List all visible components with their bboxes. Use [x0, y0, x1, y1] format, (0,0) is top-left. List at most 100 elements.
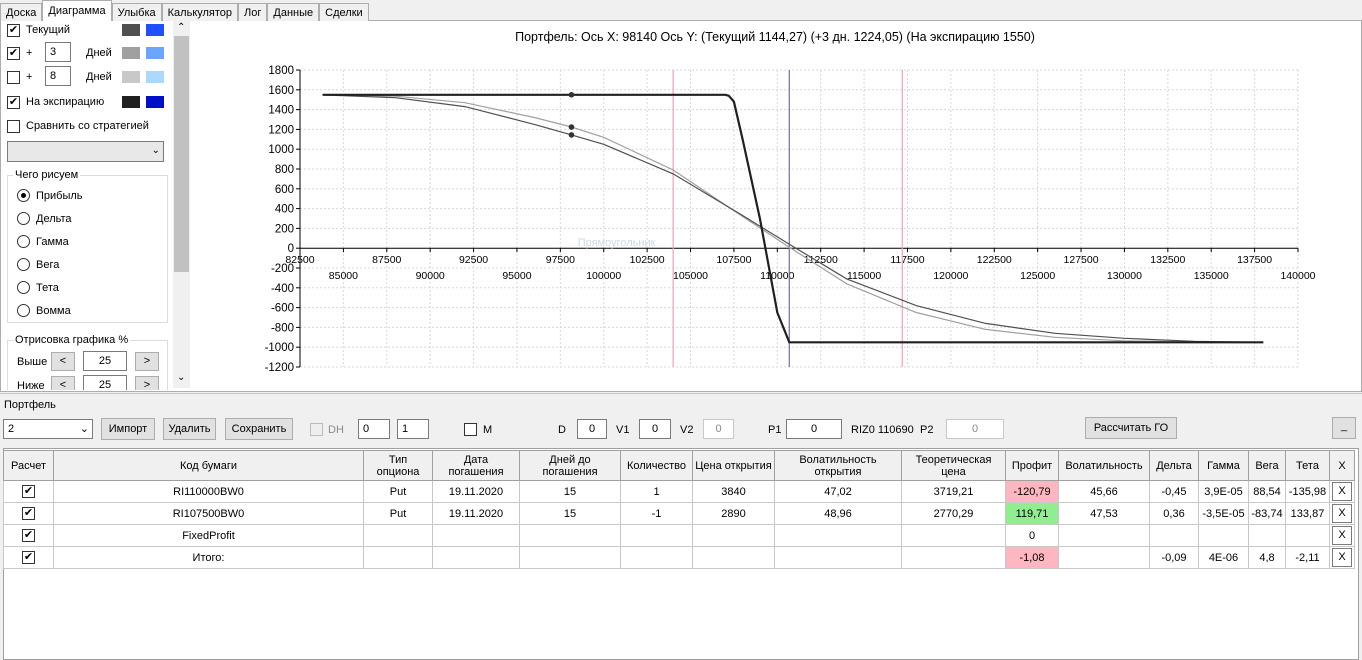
column-header[interactable]: Цена открытия: [692, 450, 775, 481]
dh-spinner-2[interactable]: 1: [397, 419, 429, 439]
strategy-select[interactable]: ⌄: [7, 141, 164, 162]
plus3-checkbox[interactable]: ✔: [7, 47, 20, 60]
column-header[interactable]: Тета: [1285, 450, 1330, 481]
calc-checkbox[interactable]: ✔: [22, 529, 35, 542]
remove-row-button[interactable]: X: [1332, 482, 1352, 501]
table-cell: [1058, 524, 1150, 547]
v1-input[interactable]: 0: [639, 419, 671, 439]
dh-checkbox[interactable]: [310, 423, 323, 436]
tab-board[interactable]: Доска: [0, 3, 43, 21]
column-header[interactable]: Теоретическая цена: [901, 450, 1006, 481]
below-input[interactable]: 25: [83, 375, 127, 390]
tab-diagram[interactable]: Диаграмма: [42, 0, 112, 21]
column-header[interactable]: Код бумаги: [53, 450, 364, 481]
column-header[interactable]: X: [1329, 450, 1355, 481]
table-cell[interactable]: X: [1329, 502, 1355, 525]
below-increase-button[interactable]: >: [135, 376, 159, 390]
scrollbar-thumb[interactable]: [174, 36, 189, 272]
plus3-color-swatch-2[interactable]: [146, 47, 164, 59]
tab-data[interactable]: Данные: [267, 3, 320, 21]
p1-input[interactable]: 0: [786, 419, 842, 439]
plus3-color-swatch[interactable]: [122, 47, 140, 59]
import-button[interactable]: Импорт: [101, 418, 155, 440]
p2-input[interactable]: 0: [946, 419, 1004, 439]
below-decrease-button[interactable]: <: [51, 376, 75, 390]
expiry-checkbox[interactable]: ✔: [7, 96, 20, 109]
left-panel-scrollbar[interactable]: ⌃ ⌄: [173, 20, 190, 388]
table-row[interactable]: ✔ RI110000BW0 Put 19.11.2020 15 1 3840 47,02 371…: [3, 480, 1355, 503]
calc-checkbox[interactable]: ✔: [22, 507, 35, 520]
expiry-color-swatch[interactable]: [122, 96, 140, 108]
v2-input[interactable]: 0: [703, 419, 734, 439]
above-input[interactable]: 25: [83, 351, 127, 371]
d-input[interactable]: 0: [577, 419, 607, 439]
table-cell: [774, 546, 902, 569]
remove-row-button[interactable]: X: [1332, 548, 1352, 567]
above-decrease-button[interactable]: <: [51, 352, 75, 371]
expiry-color-swatch-2[interactable]: [146, 96, 164, 108]
table-cell: 133,87: [1285, 502, 1330, 525]
tab-smile[interactable]: Улыбка: [111, 3, 162, 21]
compare-checkbox[interactable]: [7, 120, 20, 133]
column-header[interactable]: Волатильность: [1058, 450, 1150, 481]
column-header[interactable]: Профит: [1005, 450, 1059, 481]
column-header[interactable]: Вега: [1248, 450, 1286, 481]
calc-go-button[interactable]: Рассчитать ГО: [1085, 417, 1177, 439]
radio-vega[interactable]: [17, 258, 30, 271]
table-row[interactable]: ✔ RI107500BW0 Put 19.11.2020 15 -1 2890 48,96 27…: [3, 502, 1355, 525]
column-header[interactable]: Расчет: [3, 450, 54, 481]
remove-row-button[interactable]: X: [1332, 504, 1352, 523]
plus8-color-swatch[interactable]: [122, 71, 140, 83]
days-input-2[interactable]: 8: [45, 66, 71, 86]
current-checkbox[interactable]: ✔: [7, 24, 20, 37]
tab-log[interactable]: Лог: [238, 3, 268, 21]
profit-chart[interactable]: 180016001400120010008006004002000-200-40…: [190, 55, 1360, 380]
tab-calculator[interactable]: Калькулятор: [161, 3, 239, 21]
days-input-1[interactable]: 3: [45, 42, 71, 62]
table-cell: 48,96: [774, 502, 902, 525]
column-header[interactable]: Тип опциона: [363, 450, 433, 481]
table-row[interactable]: ✔ Итого: -1,08 -0,09 4E-06 4,8 -2,11 X: [3, 546, 1355, 569]
dh-spinner-1[interactable]: 0: [358, 419, 390, 439]
m-checkbox[interactable]: [464, 423, 477, 436]
p2-label: P2: [920, 424, 934, 436]
column-header[interactable]: Волатильность открытия: [774, 450, 902, 481]
tab-trades[interactable]: Сделки: [319, 3, 369, 21]
d-label: D: [558, 424, 566, 436]
plus8-color-swatch-2[interactable]: [146, 71, 164, 83]
current-color-swatch[interactable]: [122, 24, 140, 36]
portfolio-select[interactable]: 2 ⌄: [3, 419, 93, 439]
table-cell: 45,66: [1058, 480, 1150, 503]
save-button[interactable]: Сохранить: [225, 418, 293, 440]
column-header[interactable]: Дата погашения: [432, 450, 520, 481]
above-increase-button[interactable]: >: [135, 352, 159, 371]
scroll-up-icon[interactable]: ⌃: [177, 22, 185, 33]
radio-vomma[interactable]: [17, 304, 30, 317]
table-cell[interactable]: X: [1329, 480, 1355, 503]
minimize-button[interactable]: _: [1332, 417, 1356, 439]
table-cell[interactable]: X: [1329, 524, 1355, 547]
table-cell[interactable]: ✔: [3, 480, 54, 503]
column-header[interactable]: Дельта: [1149, 450, 1199, 481]
table-cell[interactable]: ✔: [3, 524, 54, 547]
delete-button[interactable]: Удалить: [163, 418, 216, 440]
table-row[interactable]: ✔ FixedProfit 0 X: [3, 524, 1355, 547]
remove-row-button[interactable]: X: [1332, 526, 1352, 545]
radio-delta[interactable]: [17, 212, 30, 225]
table-cell: 19.11.2020: [432, 502, 520, 525]
radio-gamma[interactable]: [17, 235, 30, 248]
calc-checkbox[interactable]: ✔: [22, 551, 35, 564]
y-tick-label: 1600: [268, 85, 294, 97]
column-header[interactable]: Дней до погашения: [519, 450, 621, 481]
table-cell[interactable]: X: [1329, 546, 1355, 569]
column-header[interactable]: Количество: [620, 450, 693, 481]
radio-profit[interactable]: [17, 189, 30, 202]
table-cell[interactable]: ✔: [3, 546, 54, 569]
scroll-down-icon[interactable]: ⌄: [177, 372, 185, 383]
plus8-checkbox[interactable]: [7, 71, 20, 84]
current-color-swatch-2[interactable]: [146, 24, 164, 36]
column-header[interactable]: Гамма: [1198, 450, 1249, 481]
radio-theta[interactable]: [17, 281, 30, 294]
table-cell[interactable]: ✔: [3, 502, 54, 525]
calc-checkbox[interactable]: ✔: [22, 485, 35, 498]
